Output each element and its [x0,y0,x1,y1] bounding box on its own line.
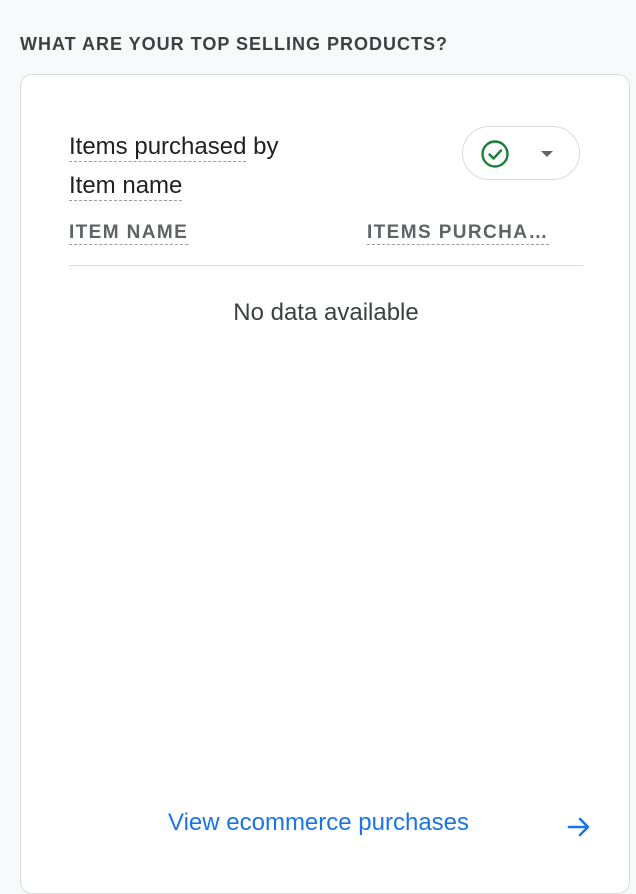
section-title: WHAT ARE YOUR TOP SELLING PRODUCTS? [20,34,449,54]
check-circle-icon [481,140,509,168]
top-selling-products-card: Items purchased by Item name ITEM NAME I… [20,74,630,894]
column-header-item-name-label: ITEM NAME [69,222,189,245]
dimension-label[interactable]: Item name [69,172,183,201]
table-header-divider [69,265,583,266]
status-dropdown-button[interactable] [462,126,580,180]
column-header-items-purchased-label: ITEMS PURCHA… [367,222,549,245]
empty-state-message: No data available [233,299,419,326]
metric-label[interactable]: Items purchased [69,133,247,162]
column-header-items-purchased[interactable]: ITEMS PURCHA… [367,219,549,247]
arrow-right-icon[interactable] [565,813,593,841]
view-ecommerce-purchases-link[interactable]: View ecommerce purchases [168,809,469,837]
title-connector: by [246,133,279,160]
card-title: Items purchased by Item name [69,127,369,205]
column-header-item-name[interactable]: ITEM NAME [69,219,189,247]
dropdown-arrow-icon [541,151,553,157]
